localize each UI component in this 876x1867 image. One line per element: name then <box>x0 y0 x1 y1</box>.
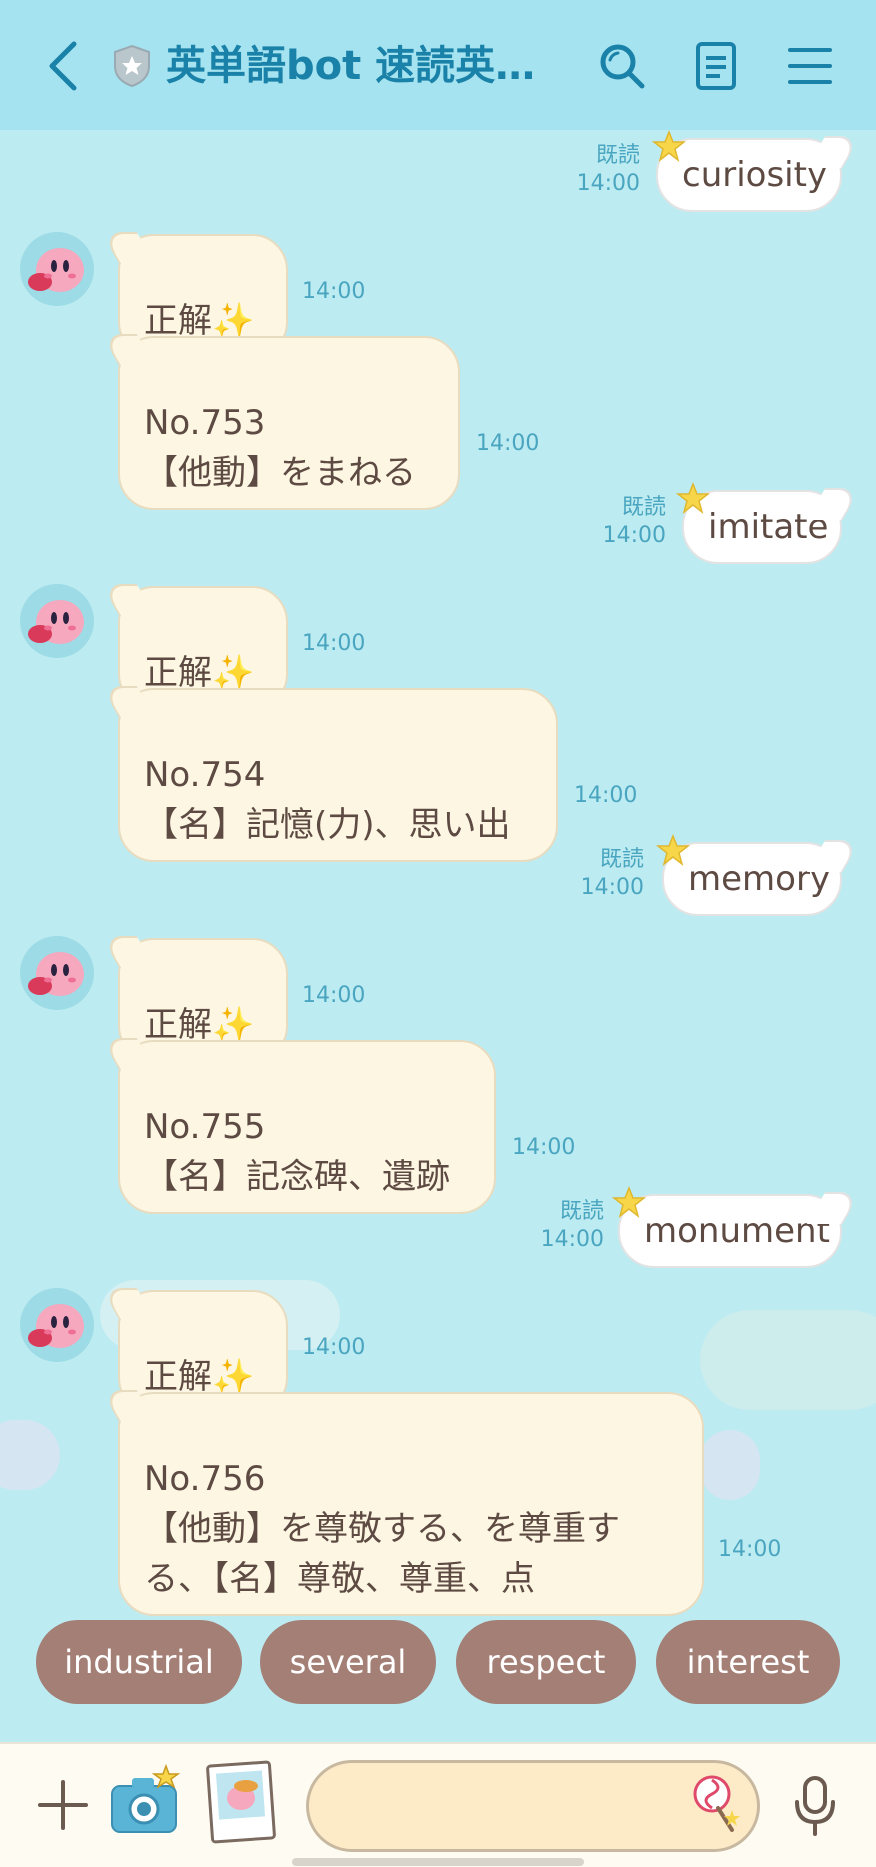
message-time: 14:00 <box>302 983 366 1008</box>
read-receipt: 既読 14:00 <box>580 847 644 900</box>
message-time: 14:00 <box>302 279 366 304</box>
back-arrow-icon <box>49 41 77 91</box>
camera-icon <box>111 1763 181 1833</box>
camera-button[interactable] <box>108 1763 184 1840</box>
message-time: 14:00 <box>718 1537 782 1562</box>
message-time: 14:00 <box>574 783 638 808</box>
kirby-avatar-icon <box>28 248 84 292</box>
voice-button[interactable] <box>790 1774 840 1838</box>
shield-star-icon <box>112 44 152 88</box>
emoji-button[interactable] <box>692 1774 742 1834</box>
bot-avatar[interactable] <box>20 1288 94 1362</box>
note-button[interactable] <box>690 40 742 92</box>
chat-title: 英単語bot 速読英単… <box>166 43 566 89</box>
sticker-icon <box>206 1760 276 1844</box>
message-time: 14:00 <box>476 431 540 456</box>
star-icon <box>612 1186 646 1218</box>
search-button[interactable] <box>596 40 648 92</box>
star-icon <box>652 130 686 162</box>
plus-icon <box>38 1780 88 1830</box>
kirby-avatar-icon <box>28 1304 84 1348</box>
kirby-avatar-icon <box>28 600 84 644</box>
bot-avatar[interactable] <box>20 584 94 658</box>
quick-reply-button[interactable]: interest <box>656 1620 840 1704</box>
note-icon <box>696 42 736 90</box>
menu-icon <box>788 48 832 84</box>
microphone-icon <box>795 1776 835 1836</box>
incoming-message[interactable]: No.755 【名】記念碑、遺跡 <box>118 1040 496 1214</box>
quick-reply-button[interactable]: several <box>260 1620 436 1704</box>
cloud-decoration <box>0 1420 60 1490</box>
chat-header: 英単語bot 速読英単… <box>0 0 876 130</box>
incoming-message[interactable]: No.754 【名】記憶(力)、思い出 <box>118 688 558 862</box>
read-receipt: 既読 14:00 <box>540 1199 604 1252</box>
message-time: 14:00 <box>512 1135 576 1160</box>
read-receipt: 既読 14:00 <box>576 143 640 196</box>
incoming-message[interactable]: No.753 【他動】をまねる <box>118 336 460 510</box>
menu-button[interactable] <box>784 40 836 92</box>
message-time: 14:00 <box>302 1335 366 1360</box>
star-icon <box>656 834 690 866</box>
bot-avatar[interactable] <box>20 936 94 1010</box>
search-icon <box>600 44 645 89</box>
home-indicator[interactable] <box>292 1858 584 1866</box>
message-toolbar <box>0 1742 876 1867</box>
sticker-button[interactable] <box>206 1760 276 1844</box>
cloud-decoration <box>700 1430 760 1500</box>
candy-icon <box>693 1775 740 1832</box>
add-button[interactable] <box>36 1778 90 1832</box>
quick-reply-button[interactable]: industrial <box>36 1620 242 1704</box>
incoming-message[interactable]: No.756 【他動】を尊敬する、を尊重す る、【名】尊敬、尊重、点 <box>118 1392 704 1616</box>
star-icon <box>676 482 710 514</box>
outgoing-message[interactable]: monument <box>618 1194 842 1268</box>
kirby-avatar-icon <box>28 952 84 996</box>
read-receipt: 既読 14:00 <box>602 495 666 548</box>
quick-reply-button[interactable]: respect <box>456 1620 636 1704</box>
cloud-decoration <box>700 1310 876 1410</box>
bot-avatar[interactable] <box>20 232 94 306</box>
back-button[interactable] <box>40 36 90 96</box>
message-time: 14:00 <box>302 631 366 656</box>
chat-area[interactable]: 既読 14:00 curiosity 正解✨ 14:00 No.753 【他動】を… <box>0 130 876 1740</box>
